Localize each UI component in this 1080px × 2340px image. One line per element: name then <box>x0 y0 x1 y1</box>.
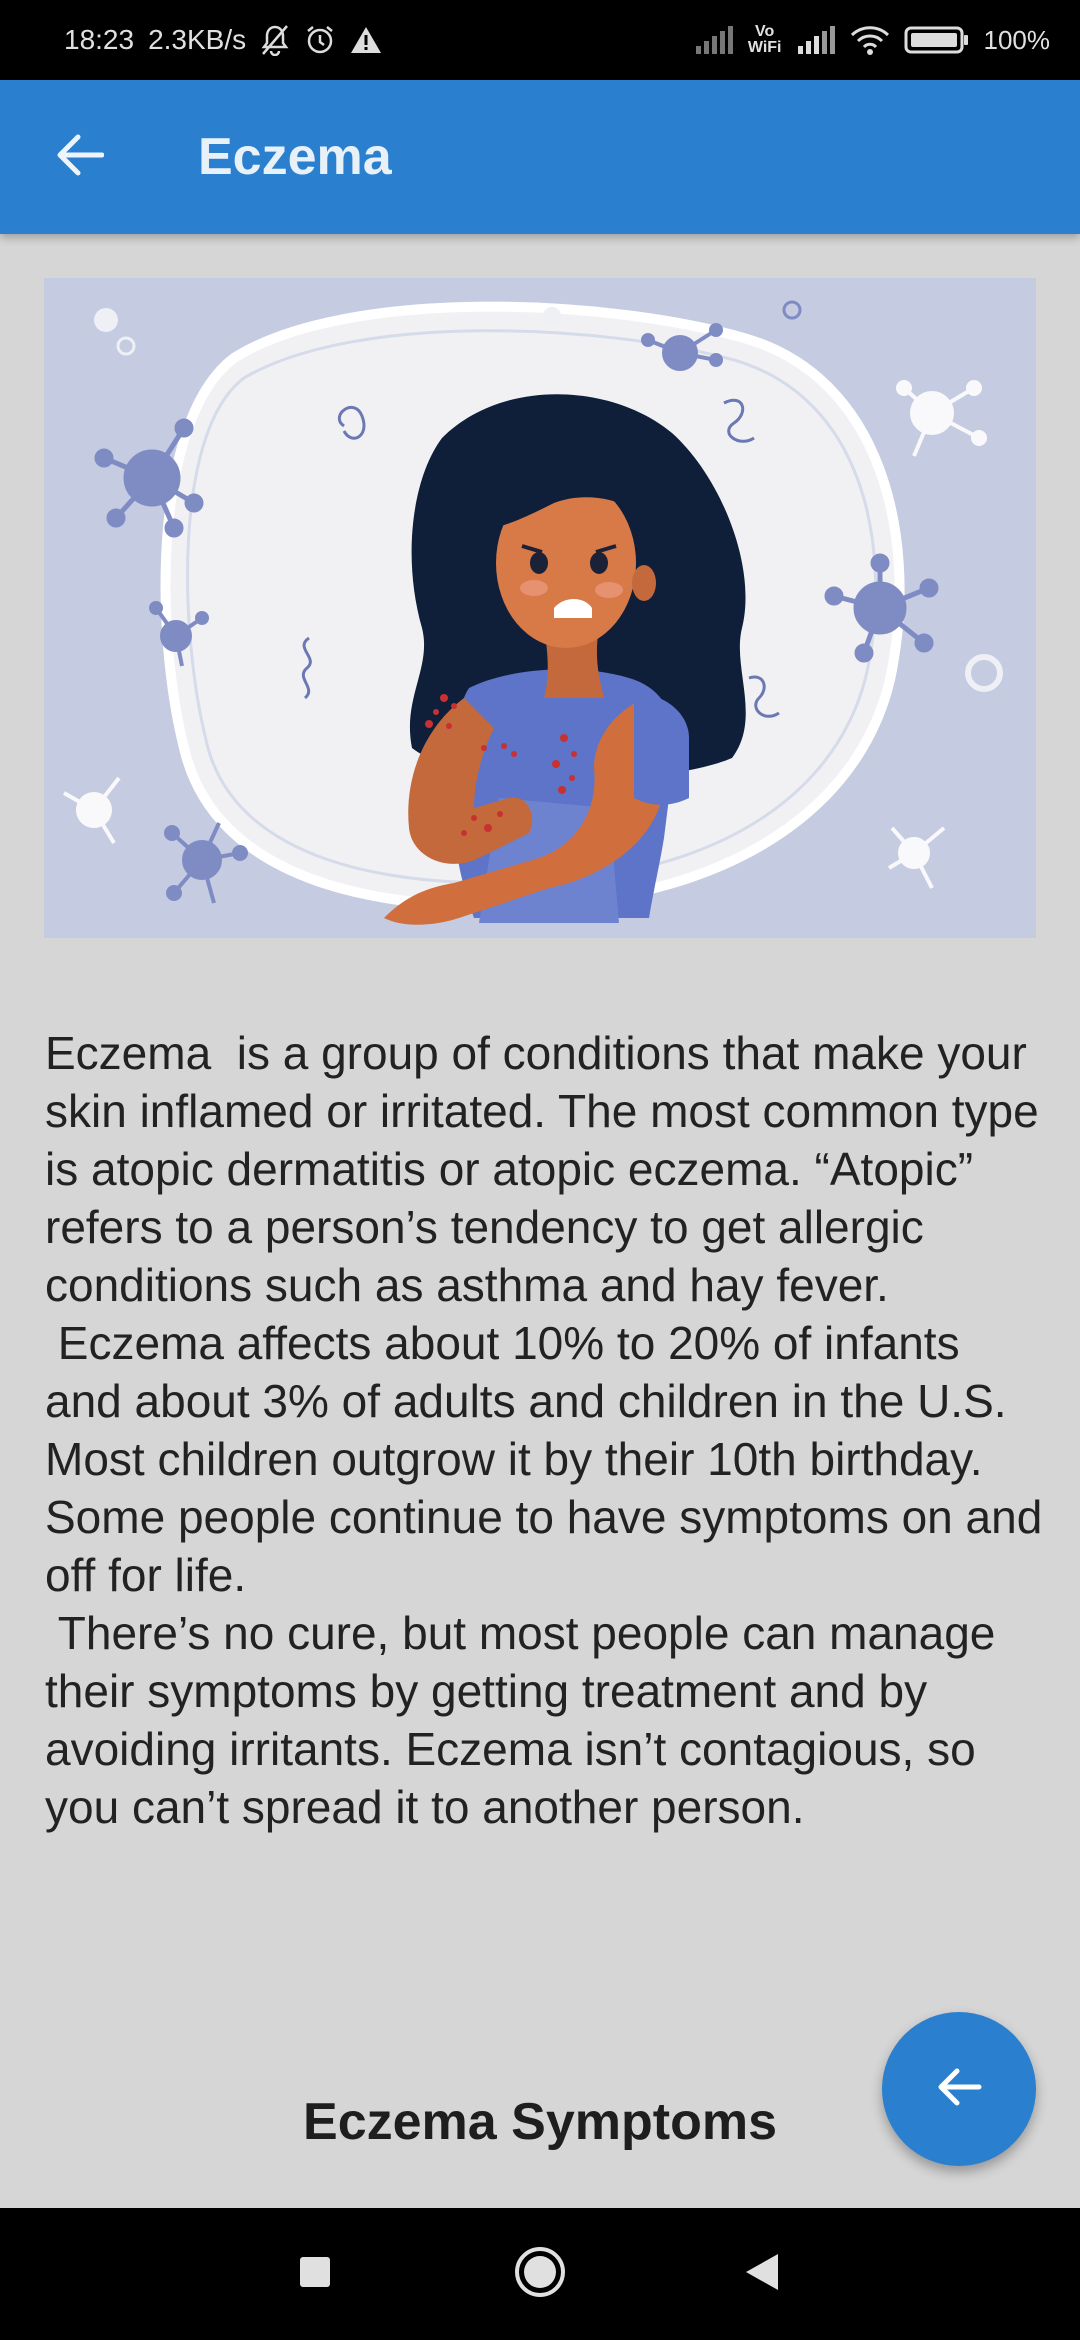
home-circle-icon <box>513 2245 567 2304</box>
recents-square-icon <box>299 2256 331 2293</box>
back-triangle-icon <box>744 2252 780 2297</box>
battery-icon <box>904 25 970 55</box>
recents-button[interactable] <box>283 2242 347 2306</box>
back-button[interactable] <box>36 114 122 200</box>
arrow-left-icon <box>935 2067 983 2112</box>
vowifi-icon: Vo WiFi <box>747 23 782 56</box>
warning-icon <box>350 25 382 55</box>
signal-icon <box>694 26 734 54</box>
status-bar: 18:23 2.3KB/s Vo WiFi 100% <box>0 0 1080 80</box>
article-body: Eczema is a group of conditions that mak… <box>45 1027 1043 1833</box>
fab-back-button[interactable] <box>882 2012 1036 2166</box>
arrow-left-icon <box>54 133 105 182</box>
wifi-icon <box>850 25 890 55</box>
eczema-illustration <box>63 300 1003 925</box>
home-button[interactable] <box>508 2242 572 2306</box>
hero-image <box>44 278 1036 938</box>
back-nav-button[interactable] <box>730 2242 794 2306</box>
battery-percent: 100% <box>983 24 1051 55</box>
mute-bell-icon <box>260 24 290 56</box>
page-title: Eczema <box>198 128 392 186</box>
signal-icon <box>796 26 836 54</box>
app-bar: Eczema <box>0 80 1080 234</box>
alarm-icon <box>304 24 336 56</box>
system-nav-bar <box>0 2208 1080 2340</box>
clock: 18:23 <box>64 24 135 55</box>
network-speed: 2.3KB/s <box>148 24 247 55</box>
